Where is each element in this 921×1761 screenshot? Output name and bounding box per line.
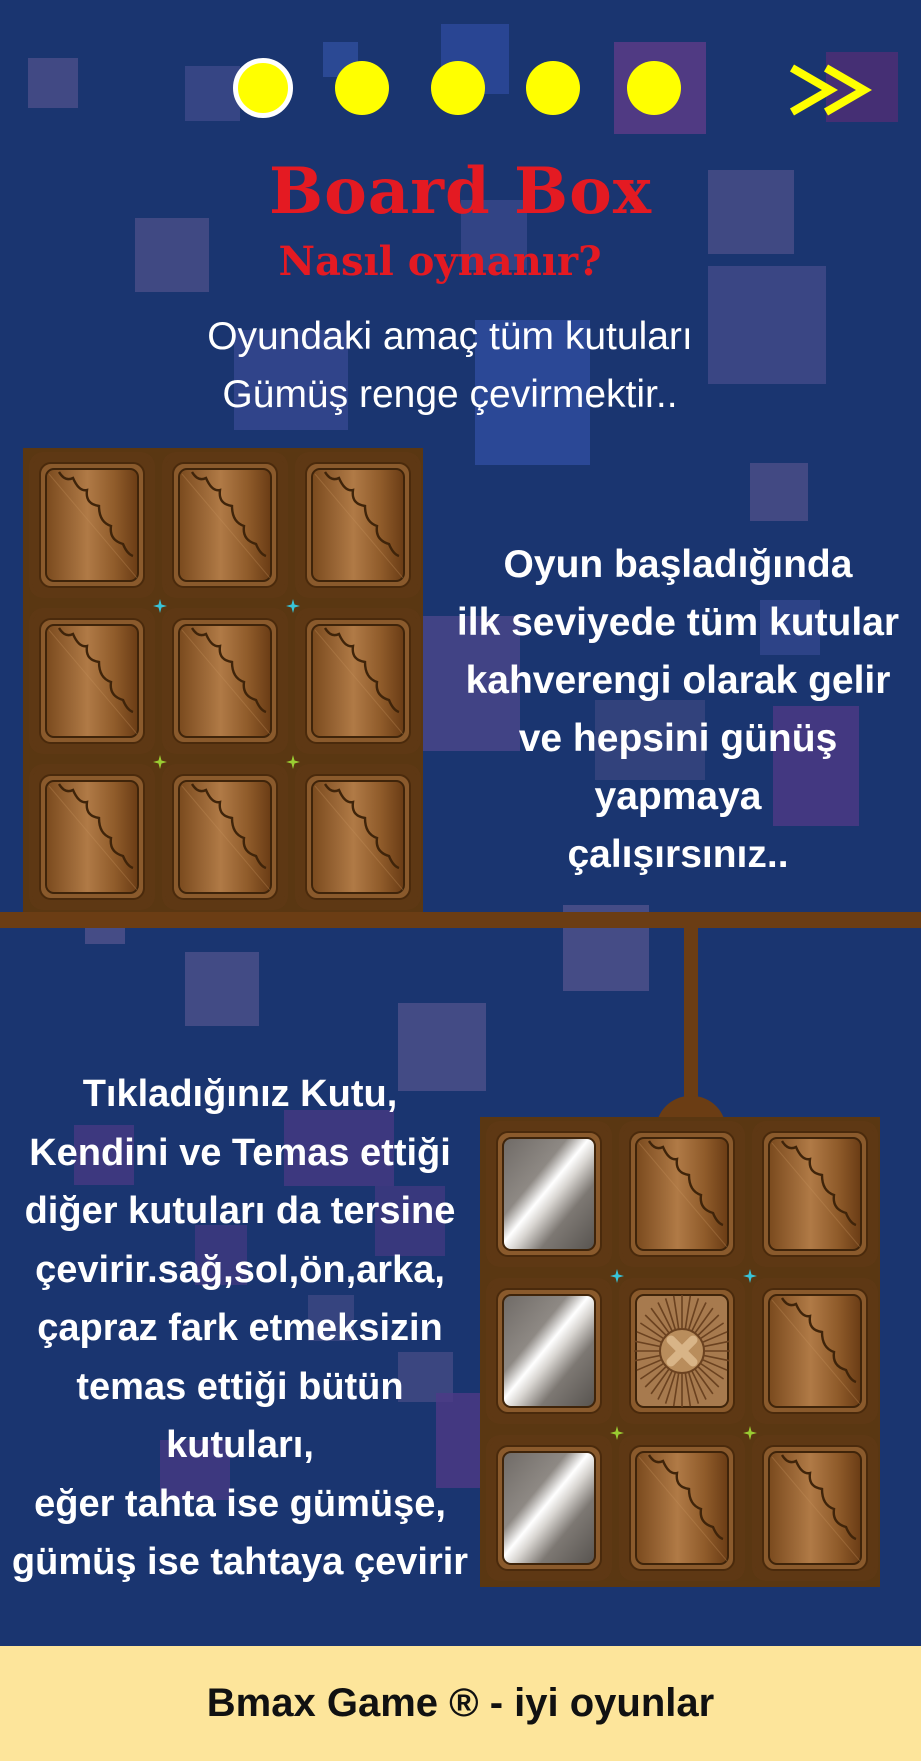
- wood-tile[interactable]: [619, 1435, 745, 1581]
- wood-tile-graphic: [298, 455, 418, 595]
- explanation-line: ve hepsini günüş: [518, 717, 838, 760]
- wood-tile[interactable]: [752, 1435, 878, 1581]
- page-dot-4[interactable]: [526, 61, 580, 115]
- sparkle-icon: [743, 1269, 757, 1283]
- wood-tile[interactable]: [295, 608, 421, 754]
- example-board-start: [23, 448, 423, 912]
- silver-tile[interactable]: [486, 1435, 612, 1581]
- explanation-line: çalışırsınız..: [567, 833, 789, 876]
- page-dot-2[interactable]: [335, 61, 389, 115]
- intro-line: Oyundaki amaç tüm kutuları: [207, 315, 693, 358]
- wood-tile-graphic: [298, 611, 418, 751]
- explanation-line: Tıkladığınız Kutu,: [82, 1073, 398, 1115]
- explanation-line: kutuları,: [166, 1424, 314, 1466]
- page-dot-3[interactable]: [431, 61, 485, 115]
- decorative-square: [750, 463, 808, 521]
- clicked-tile[interactable]: [619, 1278, 745, 1424]
- explanation-line: çevirir.sağ,sol,ön,arka,: [35, 1248, 445, 1291]
- wood-tile[interactable]: [162, 764, 288, 910]
- explanation-line: kahverengi olarak gelir: [465, 659, 891, 702]
- decorative-square: [185, 952, 259, 1026]
- sparkle-icon: [286, 599, 300, 613]
- wood-tile-graphic: [32, 611, 152, 751]
- silver-tile-graphic: [489, 1124, 609, 1264]
- wood-tile[interactable]: [619, 1121, 745, 1267]
- hanging-rod: [684, 928, 698, 1100]
- explanation-line: Oyun başladığında: [503, 543, 853, 586]
- wood-tile-graphic: [32, 455, 152, 595]
- wood-tile-graphic: [622, 1124, 742, 1264]
- wood-tile-graphic: [755, 1281, 875, 1421]
- silver-tile-graphic: [489, 1438, 609, 1578]
- explanation-line: temas ettiği bütün: [76, 1365, 404, 1408]
- clicked-tile-graphic: [622, 1281, 742, 1421]
- wood-tile[interactable]: [752, 1121, 878, 1267]
- explanation-line: Kendini ve Temas ettiği: [29, 1131, 451, 1174]
- wood-tile[interactable]: [29, 452, 155, 598]
- explanation-line: yapmaya: [594, 775, 762, 818]
- footer-text: Bmax Game ® - iyi oyunlar: [206, 1681, 715, 1725]
- how-to-play-subtitle: Nasıl oynanır?: [278, 238, 602, 285]
- explanation-line: gümüş ise tahtaya çevirir: [11, 1541, 469, 1583]
- wood-tile-graphic: [165, 455, 285, 595]
- shelf-divider: [0, 912, 921, 928]
- wood-tile[interactable]: [752, 1278, 878, 1424]
- wood-tile[interactable]: [29, 608, 155, 754]
- sparkle-icon: [610, 1426, 624, 1440]
- click-explanation: Tıkladığınız Kutu, Kendini ve Temas etti…: [0, 1065, 480, 1592]
- wood-tile[interactable]: [295, 764, 421, 910]
- footer-banner: Bmax Game ® - iyi oyunlar: [0, 1646, 921, 1761]
- game-title: Board Box: [269, 154, 652, 229]
- wood-tile[interactable]: [162, 608, 288, 754]
- explanation-line: çapraz fark etmeksizin: [37, 1307, 443, 1349]
- wood-tile-graphic: [755, 1438, 875, 1578]
- sparkle-icon: [153, 599, 167, 613]
- silver-tile[interactable]: [486, 1121, 612, 1267]
- explanation-line: eğer tahta ise gümüşe,: [34, 1482, 446, 1525]
- page-dot-5[interactable]: [627, 61, 681, 115]
- intro-text: Oyundaki amaç tüm kutuları Gümüş renge ç…: [160, 308, 740, 424]
- sparkle-icon: [610, 1269, 624, 1283]
- silver-tile[interactable]: [486, 1278, 612, 1424]
- explanation-line: diğer kutuları da tersine: [24, 1190, 456, 1232]
- wood-tile-graphic: [622, 1438, 742, 1578]
- double-chevron-right-icon: [789, 64, 872, 116]
- intro-line: Gümüş renge çevirmektir..: [222, 373, 678, 416]
- wood-tile[interactable]: [295, 452, 421, 598]
- page-indicator: [0, 58, 921, 122]
- explanation-line: ilk seviyede tüm kutular: [456, 601, 900, 644]
- silver-tile-graphic: [489, 1281, 609, 1421]
- wood-tile-graphic: [165, 767, 285, 907]
- wood-tile[interactable]: [162, 452, 288, 598]
- wood-tile[interactable]: [29, 764, 155, 910]
- wood-tile-graphic: [755, 1124, 875, 1264]
- next-button[interactable]: [788, 60, 878, 120]
- sparkle-icon: [286, 755, 300, 769]
- sparkle-icon: [153, 755, 167, 769]
- start-explanation: Oyun başladığında ilk seviyede tüm kutul…: [448, 536, 908, 884]
- wood-tile-graphic: [298, 767, 418, 907]
- example-board-after-click: [480, 1117, 880, 1587]
- page-dot-1[interactable]: [233, 58, 293, 118]
- wood-tile-graphic: [165, 611, 285, 751]
- wood-tile-graphic: [32, 767, 152, 907]
- sparkle-icon: [743, 1426, 757, 1440]
